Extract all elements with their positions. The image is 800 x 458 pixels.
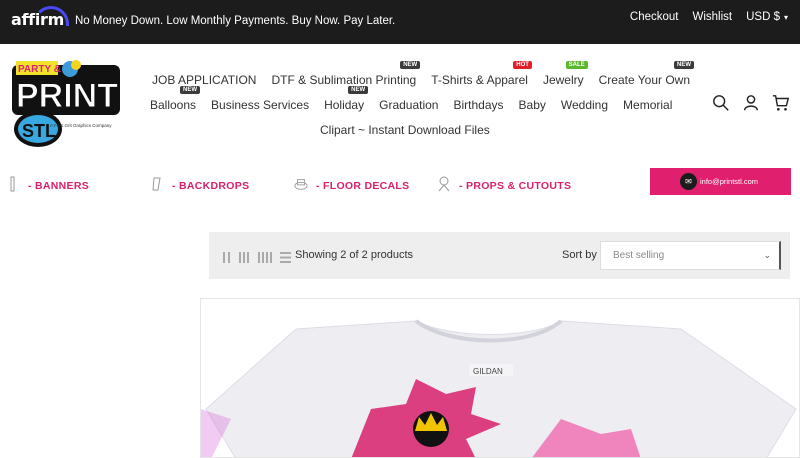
- chevron-down-icon: ⌄: [763, 250, 771, 260]
- chevron-down-icon: ▾: [783, 12, 788, 22]
- category-props-cutouts[interactable]: - PROPS & CUTOUTS: [437, 176, 571, 195]
- category-banners[interactable]: - BANNERS: [6, 176, 89, 195]
- nav-item-dtf-sublimation[interactable]: DTF & Sublimation Printing NEW: [271, 61, 421, 87]
- nav-label: Graduation: [379, 98, 439, 112]
- logo-top-text: PARTY &: [18, 64, 61, 75]
- checkout-link[interactable]: Checkout: [630, 11, 679, 23]
- nav-label: Memorial: [623, 98, 673, 112]
- category-backdrops[interactable]: - BACKDROPS: [150, 176, 249, 195]
- nav-item-job-application[interactable]: JOB APPLICATION: [152, 73, 256, 87]
- nav-item-holiday[interactable]: Holiday NEW: [324, 86, 369, 112]
- new-badge: NEW: [400, 61, 421, 69]
- nav-item-balloons[interactable]: Balloons NEW: [150, 86, 201, 112]
- category-label: - PROPS & CUTOUTS: [459, 179, 572, 192]
- category-floor-decals[interactable]: - FLOOR DECALS: [294, 176, 409, 195]
- email-address: info@printstl.com: [700, 177, 759, 186]
- shirt-tag-text: GILDAN: [473, 367, 503, 376]
- nav-item-memorial[interactable]: Memorial: [623, 98, 672, 112]
- nav-label: Birthdays: [453, 98, 504, 112]
- sort-select[interactable]: Best selling ⌄: [600, 241, 781, 270]
- nav-item-birthdays[interactable]: Birthdays: [453, 98, 503, 112]
- new-badge: NEW: [348, 86, 369, 94]
- logo-tagline: A Fit & Grit Graphics Company: [50, 123, 112, 128]
- cutout-icon: [437, 176, 451, 195]
- affirm-arc-icon: [33, 6, 69, 26]
- nav-label: Jewelry: [542, 73, 584, 87]
- logo-main-text: PRINT: [16, 77, 118, 115]
- grid-4-icon[interactable]: [258, 250, 272, 268]
- account-icon[interactable]: [742, 94, 760, 117]
- nav-item-create-your-own[interactable]: Create Your Own NEW: [598, 61, 695, 87]
- category-label: - BACKDROPS: [172, 179, 250, 192]
- nav-item-wedding[interactable]: Wedding: [561, 98, 608, 112]
- nav-row-3: Clipart ~ Instant Download Files: [320, 123, 505, 137]
- nav-item-graduation[interactable]: Graduation: [379, 98, 438, 112]
- nav-label: Balloons: [150, 98, 197, 112]
- currency-selector[interactable]: USD $ ▾: [746, 11, 788, 23]
- nav-item-baby[interactable]: Baby: [519, 98, 546, 112]
- nav-item-jewelry[interactable]: Jewelry SALE: [542, 61, 588, 87]
- new-badge: NEW: [180, 86, 201, 94]
- nav-label: Clipart ~ Instant Download Files: [320, 123, 490, 137]
- banner-icon: [6, 176, 20, 195]
- product-image[interactable]: GILDAN: [201, 299, 800, 458]
- sale-badge: SALE: [565, 61, 588, 69]
- wishlist-link[interactable]: Wishlist: [692, 11, 732, 23]
- product-card[interactable]: GILDAN: [200, 298, 800, 458]
- nav-item-tshirts-apparel[interactable]: T-Shirts & Apparel HOT: [431, 61, 532, 87]
- sort-label: Sort by: [562, 249, 597, 261]
- email-contact-button[interactable]: ✉ info@printstl.com: [650, 168, 791, 195]
- nav-label: T-Shirts & Apparel: [431, 73, 528, 87]
- nav-label: Wedding: [560, 98, 609, 112]
- nav-row-2: Balloons NEW Business Services Holiday NEW…: [150, 86, 687, 112]
- product-count: Showing 2 of 2 products: [295, 249, 414, 261]
- category-label: - BANNERS: [28, 179, 90, 192]
- mail-icon: ✉: [680, 173, 697, 190]
- new-badge: NEW: [674, 61, 695, 69]
- backdrop-icon: [150, 176, 164, 195]
- nav-label: DTF & Sublimation Printing: [271, 73, 417, 87]
- nav-row-1: JOB APPLICATION DTF & Sublimation Printi…: [152, 61, 705, 87]
- collection-toolbar: Showing 2 of 2 products Sort by Best sel…: [209, 232, 790, 279]
- grid-2-icon[interactable]: [223, 250, 231, 268]
- nav-item-business-services[interactable]: Business Services: [211, 98, 309, 112]
- nav-label: Holiday: [324, 98, 365, 112]
- hot-badge: HOT: [513, 61, 532, 69]
- nav-item-clipart[interactable]: Clipart ~ Instant Download Files: [320, 123, 490, 137]
- header-icons: [712, 94, 790, 117]
- promo-text: No Money Down. Low Monthly Payments. Buy…: [75, 15, 396, 27]
- list-view-icon[interactable]: [280, 250, 291, 268]
- floor-decal-icon: [294, 176, 308, 195]
- nav-label: JOB APPLICATION: [152, 73, 257, 87]
- grid-3-icon[interactable]: [239, 250, 250, 268]
- nav-label: Baby: [518, 98, 546, 112]
- grid-view-switcher: [223, 250, 291, 268]
- nav-label: Create Your Own: [598, 73, 691, 87]
- site-logo[interactable]: PARTY & PRINT STL A Fit & Grit Graphics …: [10, 57, 124, 152]
- announcement-bar: affirm No Money Down. Low Monthly Paymen…: [0, 0, 800, 44]
- category-label: - FLOOR DECALS: [316, 179, 410, 192]
- nav-label: Business Services: [211, 98, 310, 112]
- sort-value: Best selling: [613, 250, 665, 261]
- cart-icon[interactable]: [772, 94, 790, 117]
- top-links: Checkout Wishlist USD $ ▾: [630, 11, 788, 23]
- currency-label: USD $: [746, 11, 780, 23]
- search-icon[interactable]: [712, 94, 730, 117]
